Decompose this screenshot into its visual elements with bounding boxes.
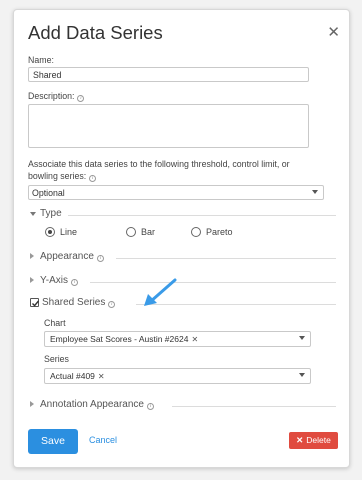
chart-tag: Employee Sat Scores - Austin #2624 ✕ (48, 334, 200, 344)
annotation-appearance-title-wrap: Annotation Appearance i (40, 399, 154, 410)
dialog-title: Add Data Series (28, 22, 163, 43)
name-label: Name: (28, 55, 54, 65)
associate-label-line1: Associate this data series to the follow… (28, 159, 290, 169)
caret-right-icon (30, 253, 34, 259)
name-input[interactable]: Shared (28, 67, 309, 82)
appearance-section-header[interactable]: Appearance i (30, 251, 336, 263)
delete-button-label: Delete (306, 435, 331, 445)
add-data-series-dialog: Add Data Series ✕ Name: Shared Descripti… (13, 9, 350, 468)
y-axis-section-title: Y-Axis (40, 275, 68, 286)
delete-icon: ✕ (296, 435, 304, 445)
caret-right-icon (30, 277, 34, 283)
shared-series-section-title: Shared Series (42, 297, 106, 308)
series-tag-label: Actual #409 (50, 371, 95, 381)
associate-label-line2-text: bowling series: (28, 171, 87, 181)
chart-label: Chart (44, 318, 66, 328)
series-label: Series (44, 354, 69, 364)
pointer-arrow-icon (144, 278, 177, 306)
caret-down-icon (30, 212, 36, 216)
divider (172, 406, 336, 407)
annotation-appearance-section-title: Annotation Appearance (40, 399, 144, 410)
radio-line-label: Line (60, 227, 78, 237)
associate-select[interactable]: Optional (28, 185, 324, 200)
radio-button[interactable] (126, 227, 136, 237)
chart-select[interactable]: Employee Sat Scores - Austin #2624 ✕ (44, 331, 311, 347)
info-icon: i (146, 403, 154, 410)
radio-bar[interactable]: Bar (126, 227, 155, 237)
info-icon: i (77, 95, 85, 102)
chevron-down-icon (312, 190, 318, 194)
radio-bar-label: Bar (141, 227, 156, 237)
associate-label: Associate this data series to the follow… (28, 158, 338, 182)
shared-series-checkbox[interactable] (30, 298, 40, 307)
associate-select-value: Optional (32, 188, 65, 198)
radio-line[interactable]: Line (45, 227, 77, 237)
chart-tag-label: Employee Sat Scores - Austin #2624 (50, 334, 189, 344)
shared-series-title-wrap: Shared Series i (42, 297, 116, 308)
chevron-down-icon (299, 336, 305, 340)
divider (68, 215, 336, 216)
cancel-link[interactable]: Cancel (89, 435, 117, 445)
y-axis-section-header[interactable]: Y-Axis i (30, 275, 336, 287)
y-axis-section-title-wrap: Y-Axis i (40, 275, 78, 286)
series-select[interactable]: Actual #409 ✕ (44, 368, 311, 384)
close-icon[interactable]: ✕ (327, 25, 340, 40)
delete-button[interactable]: ✕ Delete (289, 432, 338, 449)
description-label-text: Description: (28, 91, 75, 101)
remove-tag-icon[interactable]: ✕ (191, 335, 198, 344)
type-section-title: Type (40, 208, 62, 219)
series-tag: Actual #409 ✕ (48, 371, 107, 381)
type-radio-group: Line Bar Pareto (45, 227, 295, 239)
caret-right-icon (30, 401, 34, 407)
description-textarea[interactable] (28, 104, 309, 148)
radio-button[interactable] (191, 227, 201, 237)
remove-tag-icon[interactable]: ✕ (98, 372, 105, 381)
divider (90, 282, 336, 283)
save-button[interactable]: Save (28, 429, 78, 454)
radio-pareto[interactable]: Pareto (191, 227, 233, 237)
description-label: Description: i (28, 91, 85, 102)
annotation-appearance-section-header[interactable]: Annotation Appearance i (30, 399, 336, 411)
divider (116, 258, 336, 259)
info-icon: i (70, 279, 78, 286)
shared-series-section-header: Shared Series i (30, 297, 336, 309)
checkmark-icon (32, 300, 40, 307)
chevron-down-icon (299, 373, 305, 377)
info-icon: i (89, 175, 97, 182)
radio-pareto-label: Pareto (206, 227, 233, 237)
type-section-header[interactable]: Type (30, 208, 336, 220)
radio-button-selected[interactable] (45, 227, 55, 237)
appearance-section-title: Appearance (40, 251, 94, 262)
associate-label-line2: bowling series: i (28, 170, 338, 182)
appearance-section-title-wrap: Appearance i (40, 251, 104, 262)
info-icon: i (108, 301, 116, 308)
info-icon: i (96, 255, 104, 262)
